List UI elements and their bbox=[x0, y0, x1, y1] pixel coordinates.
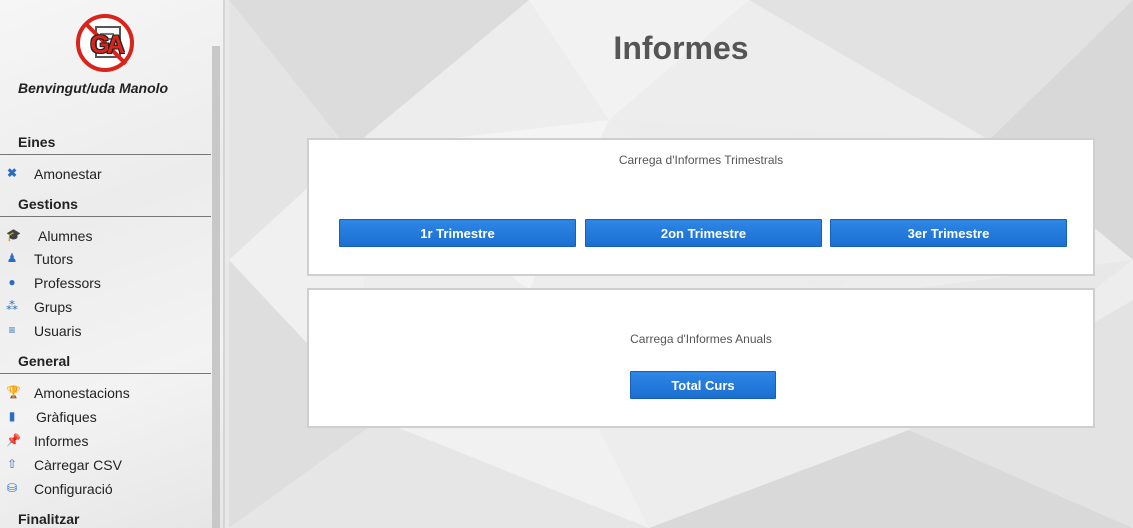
sidebar-item-carregar-csv[interactable]: ⇧ Càrregar CSV bbox=[0, 454, 210, 476]
anual-panel: Carrega d'Informes Anuals Total Curs bbox=[307, 288, 1095, 428]
sidebar-item-grups[interactable]: ⁂ Grups bbox=[0, 296, 210, 318]
sidebar-item-grafiques[interactable]: ▮ Gràfiques bbox=[0, 406, 210, 428]
pushpin-icon: 📌 bbox=[6, 433, 21, 447]
user-icon: ● bbox=[8, 275, 16, 289]
logo-text: GA bbox=[90, 31, 125, 59]
section-eines: Eines bbox=[0, 132, 211, 155]
trimestre-1-button[interactable]: 1r Trimestre bbox=[339, 219, 576, 247]
main-content: Informes Carrega d'Informes Trimestrals … bbox=[229, 0, 1133, 528]
sidebar-item-amonestacions[interactable]: 🏆 Amonestacions bbox=[0, 382, 210, 404]
app-logo: GA bbox=[76, 14, 134, 72]
sidebar-item-amonestar[interactable]: ✖ Amonestar bbox=[0, 163, 210, 185]
trimestral-panel: Carrega d'Informes Trimestrals 1r Trimes… bbox=[307, 138, 1095, 276]
users-icon: ⁂ bbox=[6, 299, 18, 313]
sidebar-divider bbox=[223, 0, 225, 528]
close-icon: ✖ bbox=[6, 166, 18, 180]
sidebar-item-professors[interactable]: ● Professors bbox=[0, 272, 210, 294]
sidebar-item-informes[interactable]: 📌 Informes bbox=[0, 430, 210, 452]
list-icon: ≡ bbox=[8, 323, 16, 337]
trimestre-3-button[interactable]: 3er Trimestre bbox=[830, 219, 1067, 247]
page-title: Informes bbox=[613, 30, 749, 66]
sidebar-item-alumnes[interactable]: 🎓 Alumnes bbox=[0, 225, 210, 247]
trophy-icon: 🏆 bbox=[6, 385, 21, 399]
sidebar-item-tutors[interactable]: ♟ Tutors bbox=[0, 248, 210, 270]
sidebar-item-configuracio[interactable]: ⛁ Configuració bbox=[0, 478, 210, 500]
sidebar: GA Benvingut/uda Manolo Eines ✖ Amonesta… bbox=[0, 0, 225, 528]
welcome-text: Benvingut/uda Manolo bbox=[18, 80, 169, 96]
database-icon: ⛁ bbox=[6, 481, 18, 495]
total-curs-button[interactable]: Total Curs bbox=[630, 371, 776, 399]
section-finalitzar[interactable]: Finalitzar bbox=[18, 511, 79, 527]
section-general: General bbox=[0, 351, 211, 374]
sidebar-item-usuaris[interactable]: ≡ Usuaris bbox=[0, 320, 210, 342]
anual-panel-title: Carrega d'Informes Anuals bbox=[630, 332, 772, 346]
upload-icon: ⇧ bbox=[6, 457, 18, 471]
bar-chart-icon: ▮ bbox=[8, 409, 16, 423]
sidebar-scrollbar[interactable] bbox=[212, 46, 220, 528]
user-tie-icon: ♟ bbox=[6, 251, 18, 265]
section-gestions: Gestions bbox=[0, 194, 211, 217]
trimestral-panel-title: Carrega d'Informes Trimestrals bbox=[618, 153, 784, 167]
trimestre-2-button[interactable]: 2on Trimestre bbox=[585, 219, 822, 247]
graduation-cap-icon: 🎓 bbox=[6, 228, 21, 242]
